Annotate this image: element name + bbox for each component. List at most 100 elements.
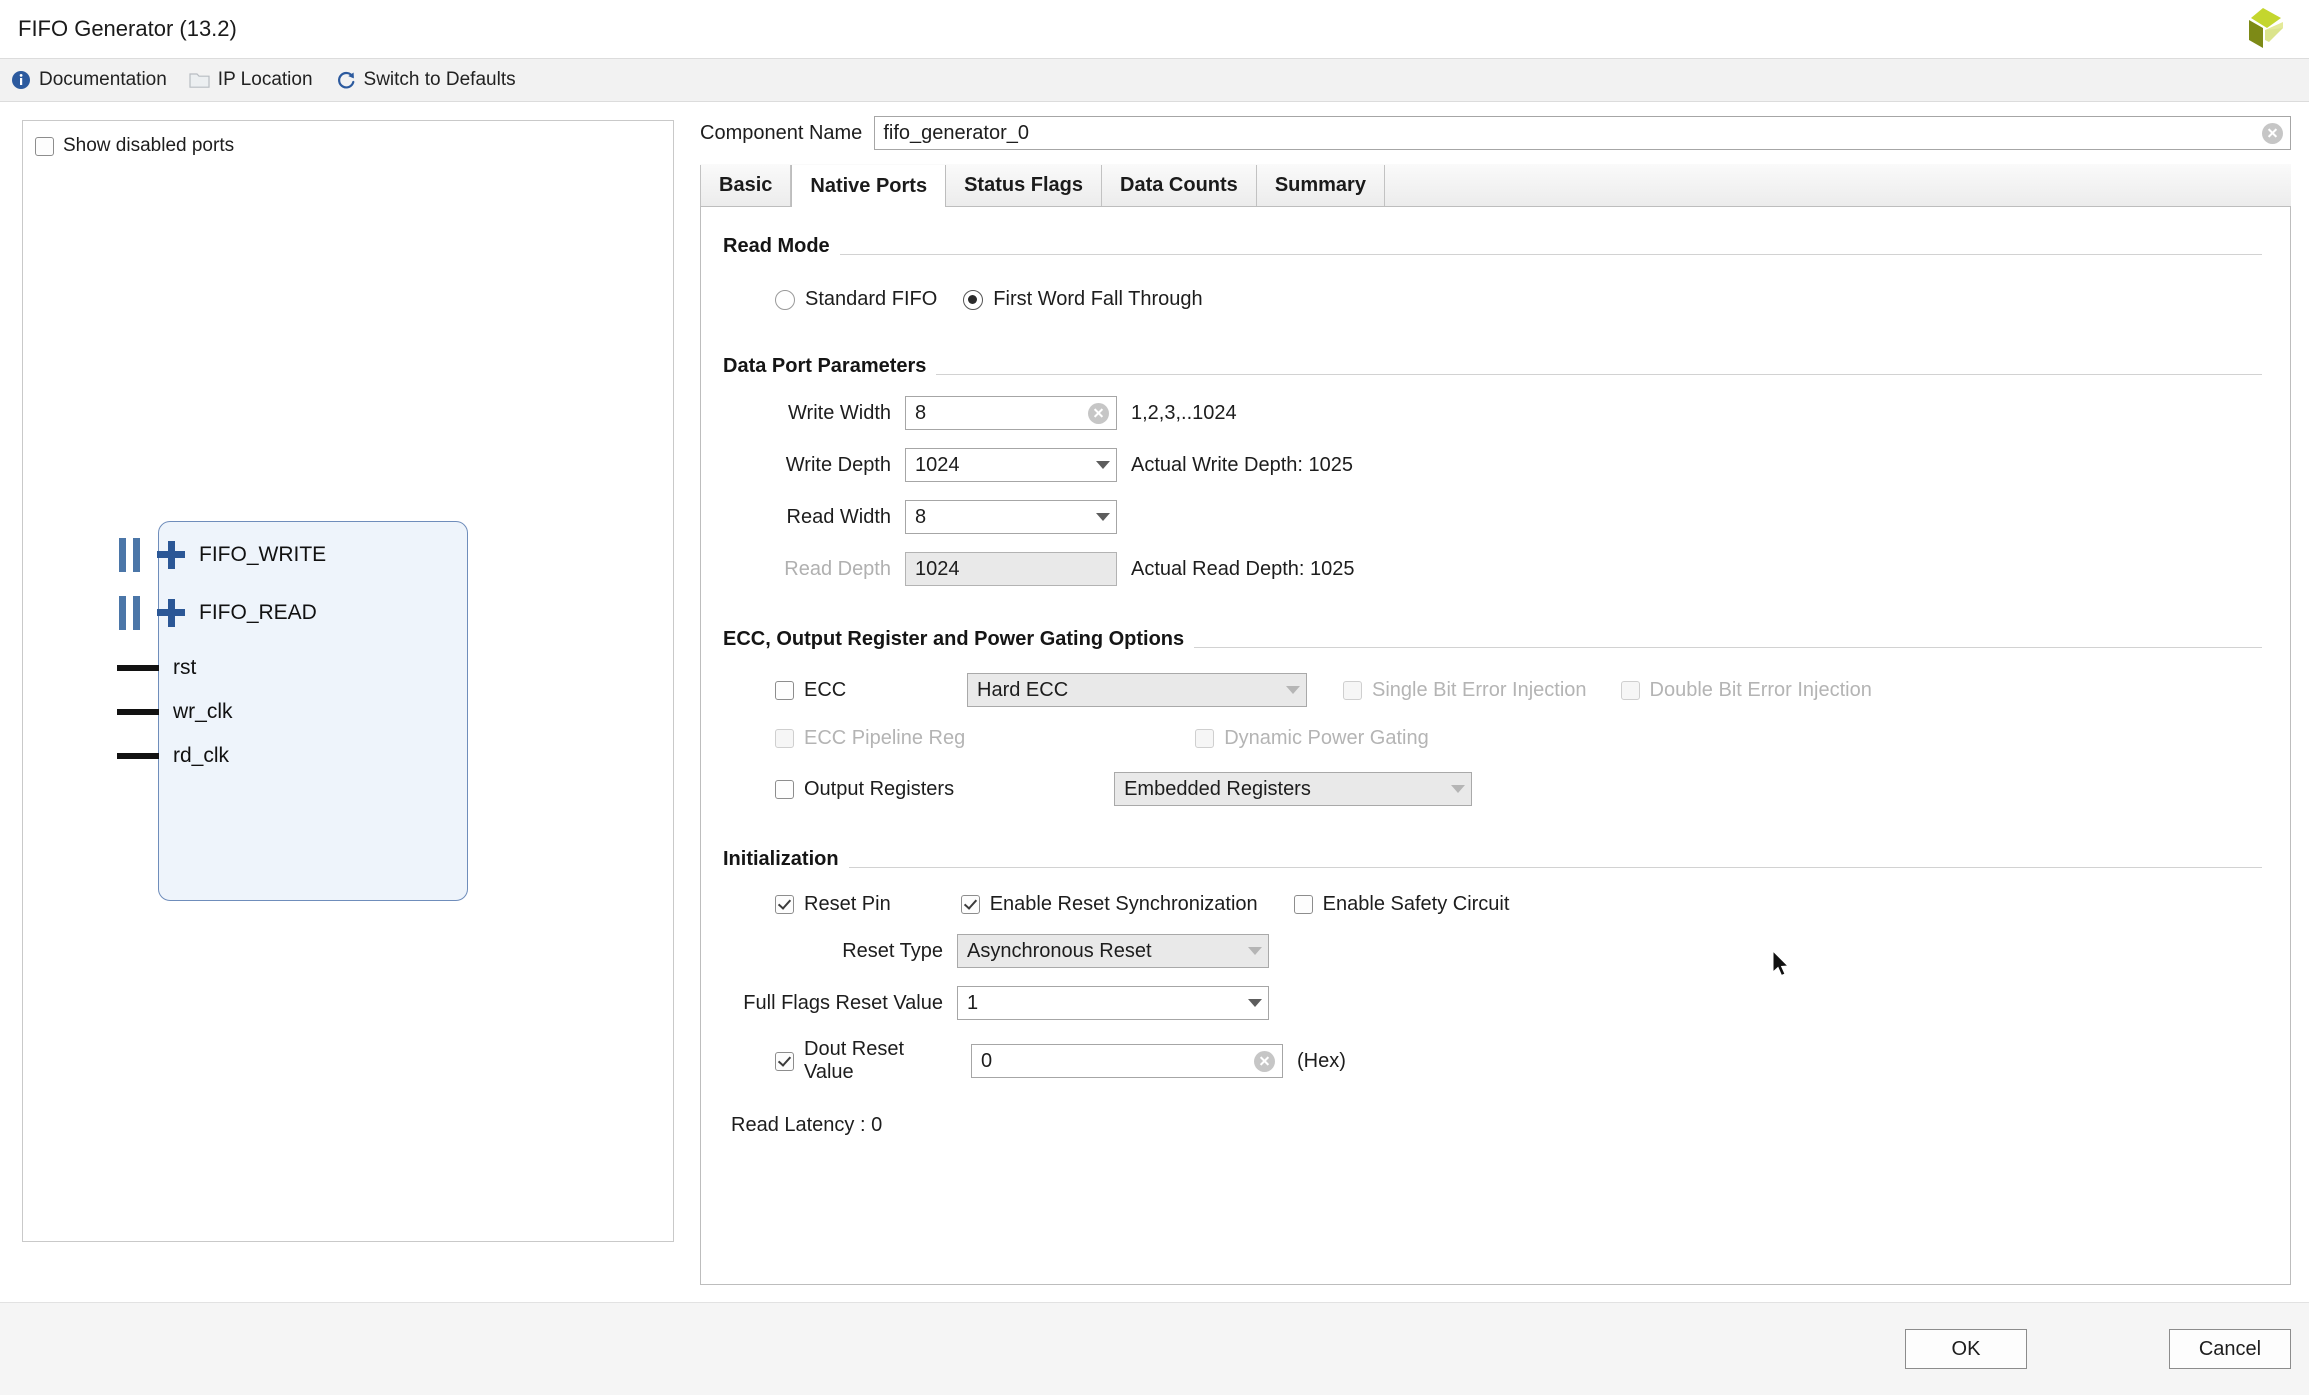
- radio-icon-selected[interactable]: [963, 289, 984, 310]
- ecc-pipeline-reg-row: ECC Pipeline Reg: [775, 727, 965, 750]
- read-depth-label: Read Depth: [784, 557, 891, 580]
- section-rule: [1194, 647, 2262, 648]
- switch-to-defaults-button[interactable]: Switch to Defaults: [335, 69, 516, 91]
- actual-read-depth-text: Actual Read Depth: 1025: [1131, 557, 1355, 580]
- port-rd-clk: rd_clk: [117, 744, 229, 768]
- port-label: FIFO_WRITE: [199, 543, 327, 566]
- read-width-value: 8: [915, 505, 927, 528]
- write-depth-label: Write Depth: [785, 453, 891, 476]
- actual-write-depth-text: Actual Write Depth: 1025: [1131, 453, 1353, 476]
- radio-icon[interactable]: [775, 289, 795, 310]
- write-depth-select[interactable]: 1024: [905, 448, 1117, 482]
- enable-reset-synchronization-checkbox[interactable]: [960, 895, 980, 914]
- dynamic-power-gating-label: Dynamic Power Gating: [1224, 727, 1429, 749]
- chevron-down-icon: [1451, 785, 1466, 793]
- write-width-hint: 1,2,3,..1024: [1131, 401, 1237, 424]
- port-label: wr_clk: [173, 700, 233, 723]
- ip-location-label: IP Location: [217, 69, 313, 90]
- enable-reset-synchronization-row[interactable]: Enable Reset Synchronization: [960, 893, 1258, 916]
- tab-status-flags[interactable]: Status Flags: [946, 165, 1103, 206]
- read-width-label: Read Width: [786, 505, 892, 528]
- component-name-row: Component Name fifo_generator_0: [700, 116, 2291, 150]
- clear-icon[interactable]: [1254, 1050, 1275, 1072]
- chevron-down-icon[interactable]: [1096, 461, 1110, 469]
- enable-safety-circuit-row[interactable]: Enable Safety Circuit: [1293, 893, 1509, 916]
- chevron-down-icon: [1248, 947, 1262, 955]
- chevron-down-icon[interactable]: [1248, 999, 1262, 1007]
- section-rule: [848, 867, 2262, 868]
- dout-reset-value-input[interactable]: 0: [971, 1044, 1283, 1078]
- configuration-panel: Component Name fifo_generator_0 Basic Na…: [700, 102, 2291, 1347]
- ecc-checkbox[interactable]: [775, 680, 794, 700]
- ok-button[interactable]: OK: [1905, 1329, 2027, 1369]
- full-flags-reset-value-value: 1: [967, 991, 979, 1014]
- component-name-value: fifo_generator_0: [883, 121, 1029, 144]
- reset-type-row: Reset Type Asynchronous Reset: [723, 934, 2262, 968]
- enable-reset-synchronization-label: Enable Reset Synchronization: [989, 893, 1258, 915]
- reset-type-select: Asynchronous Reset: [957, 934, 1269, 968]
- show-disabled-ports-checkbox[interactable]: [35, 136, 54, 156]
- expand-plus-icon[interactable]: [157, 598, 187, 628]
- tab-basic[interactable]: Basic: [700, 165, 792, 206]
- ecc-heading: ECC, Output Register and Power Gating Op…: [723, 628, 1185, 650]
- bus-stub-icon: [117, 538, 147, 572]
- output-registers-row: Output Registers Embedded Registers: [723, 772, 2262, 806]
- clear-icon[interactable]: [2262, 122, 2283, 144]
- read-depth-value: 1024: [915, 557, 960, 580]
- write-depth-row: Write Depth 1024 Actual Write Depth: 102…: [723, 448, 2262, 482]
- tab-native-ports[interactable]: Native Ports: [791, 165, 947, 207]
- port-fifo-read[interactable]: FIFO_READ: [117, 596, 317, 630]
- mouse-cursor: [1772, 949, 1794, 980]
- dout-reset-value-checkbox[interactable]: [775, 1051, 794, 1071]
- output-registers-checkbox-row[interactable]: Output Registers: [775, 778, 954, 801]
- reset-pin-row[interactable]: Reset Pin: [775, 893, 891, 916]
- clear-icon[interactable]: [1088, 402, 1109, 424]
- port-fifo-write[interactable]: FIFO_WRITE: [117, 538, 326, 572]
- ecc-checkbox-row[interactable]: ECC: [775, 679, 943, 702]
- ip-location-button[interactable]: IP Location: [189, 69, 313, 91]
- reset-pin-checkbox[interactable]: [775, 895, 794, 914]
- double-bit-error-injection-row: Double Bit Error Injection: [1620, 679, 1872, 702]
- xilinx-logo: [2225, 6, 2291, 54]
- full-flags-reset-value-label: Full Flags Reset Value: [743, 991, 943, 1014]
- tab-bar: Basic Native Ports Status Flags Data Cou…: [700, 164, 2291, 207]
- port-wr-clk: wr_clk: [117, 700, 233, 724]
- tab-data-counts[interactable]: Data Counts: [1102, 165, 1257, 206]
- read-width-row: Read Width 8: [723, 500, 2262, 534]
- section-rule: [936, 374, 2262, 375]
- ecc-section-header: ECC, Output Register and Power Gating Op…: [723, 628, 2262, 651]
- output-registers-value: Embedded Registers: [1124, 777, 1311, 800]
- tab-label: Basic: [719, 174, 773, 196]
- radio-first-word-fall-through[interactable]: First Word Fall Through: [963, 288, 1203, 311]
- documentation-button[interactable]: Documentation: [10, 69, 167, 91]
- read-width-select[interactable]: 8: [905, 500, 1117, 534]
- wire-icon: [117, 665, 159, 671]
- output-registers-checkbox[interactable]: [775, 779, 794, 799]
- cancel-button-label: Cancel: [2198, 1337, 2262, 1360]
- component-name-field[interactable]: fifo_generator_0: [874, 116, 2291, 150]
- expand-plus-icon[interactable]: [157, 540, 187, 570]
- read-depth-row: Read Depth 1024 Actual Read Depth: 1025: [723, 552, 2262, 586]
- chevron-down-icon[interactable]: [1096, 513, 1110, 521]
- dout-reset-value-checkbox-row[interactable]: Dout Reset Value: [775, 1038, 957, 1084]
- wire-icon: [117, 753, 159, 759]
- port-label: FIFO_READ: [199, 601, 317, 624]
- enable-safety-circuit-checkbox[interactable]: [1293, 895, 1313, 914]
- dout-reset-value-value: 0: [981, 1049, 993, 1072]
- reset-pin-label: Reset Pin: [804, 893, 891, 915]
- ecc-pipeline-reg-checkbox: [775, 729, 794, 748]
- toolbar: Documentation IP Location Switch to Defa…: [0, 58, 2309, 102]
- write-width-input[interactable]: 8: [905, 396, 1117, 430]
- refresh-icon: [335, 69, 357, 91]
- tab-summary[interactable]: Summary: [1257, 165, 1385, 206]
- cancel-button[interactable]: Cancel: [2169, 1329, 2291, 1369]
- radio-label: First Word Fall Through: [993, 288, 1203, 310]
- title-bar: FIFO Generator (13.2): [0, 0, 2309, 58]
- show-disabled-ports-row[interactable]: Show disabled ports: [35, 135, 673, 157]
- reset-type-label: Reset Type: [842, 939, 943, 962]
- write-depth-value: 1024: [915, 453, 960, 476]
- bus-stub-icon: [117, 596, 147, 630]
- full-flags-reset-value-select[interactable]: 1: [957, 986, 1269, 1020]
- radio-standard-fifo[interactable]: Standard FIFO: [775, 288, 937, 311]
- output-registers-label: Output Registers: [804, 777, 955, 800]
